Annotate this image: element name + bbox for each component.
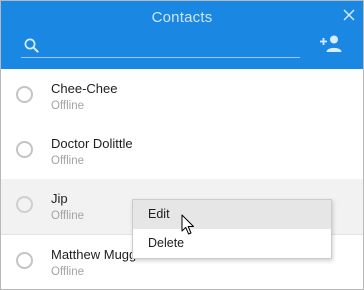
contact-status: Offline — [51, 266, 85, 278]
presence-icon — [16, 141, 33, 158]
contact-row[interactable]: Doctor Dolittle Offline — [1, 124, 363, 180]
context-menu: Edit Delete — [132, 199, 332, 259]
menu-item-edit[interactable]: Edit — [133, 200, 331, 229]
contact-row[interactable]: Chee-Chee Offline — [1, 69, 363, 125]
add-person-icon — [320, 35, 342, 52]
presence-icon — [16, 86, 33, 103]
menu-item-label: Edit — [148, 207, 170, 221]
presence-icon — [16, 196, 33, 213]
contact-name: Matthew Mugg — [51, 247, 137, 262]
contact-name: Chee-Chee — [51, 81, 118, 96]
window-title: Contacts — [151, 9, 213, 26]
close-icon — [343, 9, 355, 21]
add-contact-button[interactable] — [319, 34, 343, 54]
contacts-window: Contacts Chee-Chee Offline Doctor Dolitt… — [0, 0, 364, 290]
contact-status: Offline — [51, 210, 85, 222]
contact-name: Jip — [51, 191, 68, 206]
contact-name: Doctor Dolittle — [51, 136, 133, 151]
menu-item-delete[interactable]: Delete — [133, 229, 331, 258]
contact-status: Offline — [51, 155, 85, 167]
search-icon — [24, 38, 39, 53]
presence-icon — [16, 252, 33, 269]
search-input[interactable] — [47, 35, 295, 55]
close-button[interactable] — [338, 4, 360, 26]
search-underline — [21, 57, 300, 58]
header-bar: Contacts — [1, 1, 363, 69]
contact-status: Offline — [51, 100, 85, 112]
menu-item-label: Delete — [148, 236, 185, 250]
